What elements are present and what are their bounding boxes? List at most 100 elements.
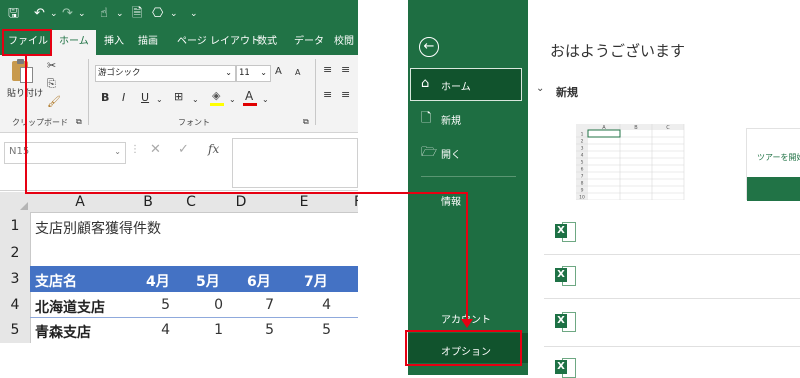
header-cell-jul[interactable]: 7月 <box>304 271 328 291</box>
tab-review[interactable]: 校閲 <box>334 35 354 49</box>
value-cell[interactable]: 0 <box>203 297 223 313</box>
align-middle-icon[interactable]: ≡ <box>341 63 350 77</box>
align-center-icon[interactable]: ≡ <box>341 88 350 102</box>
branch-cell[interactable]: 青森支店 <box>35 322 91 342</box>
value-cell[interactable]: 1 <box>203 322 223 338</box>
tab-data[interactable]: データ <box>294 35 324 49</box>
nav-home-label: ホーム <box>441 82 471 93</box>
column-header-f[interactable]: F <box>342 192 358 213</box>
column-header-b[interactable]: B <box>130 192 167 213</box>
value-cell[interactable]: 7 <box>254 297 274 313</box>
undo-icon[interactable]: ↶ <box>34 6 45 22</box>
borders-icon[interactable]: ⊞ <box>174 90 183 104</box>
cancel-icon[interactable]: ✕ <box>150 142 161 157</box>
underline-button[interactable]: U <box>141 91 149 105</box>
tab-formulas[interactable]: 数式 <box>257 35 277 49</box>
clipboard-group-label: クリップボード <box>12 118 68 127</box>
tab-insert[interactable]: 挿入 <box>104 35 124 49</box>
branch-cell[interactable]: 北海道支店 <box>35 297 105 317</box>
open-folder-icon: 🗁 <box>421 145 438 160</box>
column-header-c[interactable]: C <box>166 192 217 213</box>
undo-dropdown-icon[interactable]: ⌄ <box>50 6 58 22</box>
value-cell[interactable]: 4 <box>150 322 170 338</box>
nav-new[interactable]: 🗋 新規 <box>408 104 528 132</box>
name-box[interactable]: N15 ⌄ <box>4 142 126 164</box>
redo-icon[interactable]: ↷ <box>62 6 73 22</box>
align-top-icon[interactable]: ≡ <box>323 63 332 77</box>
mini-row-label: 3 <box>581 146 584 152</box>
save-icon[interactable]: 🖫 <box>8 6 19 22</box>
spelling-dropdown-icon[interactable]: ⌄ <box>170 6 178 22</box>
options-highlight <box>405 330 522 366</box>
connector-arrow-icon <box>461 319 473 328</box>
mini-row-label: 9 <box>581 188 584 194</box>
column-header-d[interactable]: D <box>216 192 267 213</box>
font-launcher-icon[interactable]: ⧉ <box>303 115 309 129</box>
italic-button[interactable]: I <box>122 91 125 105</box>
cut-icon[interactable]: ✂ <box>47 59 56 73</box>
quick-access-toolbar: 🖫 ↶ ⌄ ↷ ⌄ ☝ ⌄ 🗎 ⎔ ⌄ ⌄ <box>0 0 358 30</box>
blank-workbook-template[interactable]: A B C 1 2 3 4 5 6 7 8 9 10 <box>576 124 688 201</box>
format-painter-icon[interactable]: 🖌 <box>47 95 61 109</box>
excel-file-icon[interactable]: X <box>555 358 576 378</box>
mini-row-label: 8 <box>581 181 584 187</box>
print-preview-icon[interactable]: 🗎 <box>132 6 142 22</box>
shrink-font-button[interactable]: A <box>295 66 300 80</box>
header-cell-jun[interactable]: 6月 <box>247 271 271 291</box>
row-header-1[interactable]: 1 <box>0 212 31 242</box>
row-header-5[interactable]: 5 <box>0 318 31 343</box>
copy-icon[interactable]: ⎘ <box>47 77 56 91</box>
underline-dropdown-icon[interactable]: ⌄ <box>156 93 163 107</box>
paste-icon[interactable] <box>12 59 34 85</box>
mini-row-label: 5 <box>581 160 584 166</box>
row-header-3[interactable]: 3 <box>0 266 31 294</box>
touch-dropdown-icon[interactable]: ⌄ <box>116 6 124 22</box>
tab-page-layout[interactable]: ページ レイアウト <box>177 35 260 49</box>
nav-open[interactable]: 🗁 開く <box>408 138 528 166</box>
grow-font-button[interactable]: A <box>275 65 282 79</box>
fill-dropdown-icon[interactable]: ⌄ <box>229 93 236 107</box>
font-color-dropdown-icon[interactable]: ⌄ <box>262 93 269 107</box>
back-arrow-icon[interactable]: ← <box>419 37 439 57</box>
align-left-icon[interactable]: ≡ <box>323 88 332 102</box>
header-cell-branch[interactable]: 支店名 <box>35 271 77 291</box>
value-cell[interactable]: 5 <box>311 322 331 338</box>
chevron-down-icon[interactable]: ⌄ <box>536 83 544 94</box>
value-cell[interactable]: 4 <box>311 297 331 313</box>
formula-input[interactable] <box>232 138 358 188</box>
row-header-2[interactable]: 2 <box>0 241 31 267</box>
redo-dropdown-icon[interactable]: ⌄ <box>78 6 86 22</box>
file-tab-highlight <box>2 29 52 56</box>
font-size-select[interactable]: 11 ⌄ <box>236 65 271 82</box>
tour-template[interactable]: ツアーを開始 <box>746 128 800 201</box>
nav-home[interactable]: ⌂ ホーム <box>408 68 528 101</box>
spelling-icon[interactable]: ⎔ <box>152 6 163 22</box>
tour-banner <box>747 177 800 201</box>
bold-button[interactable]: B <box>101 91 109 105</box>
header-cell-apr[interactable]: 4月 <box>146 271 170 291</box>
excel-file-icon[interactable]: X <box>555 312 576 332</box>
excel-file-icon[interactable]: X <box>555 222 576 242</box>
font-color-icon[interactable]: A <box>243 89 259 107</box>
value-cell[interactable]: 5 <box>150 297 170 313</box>
excel-file-icon[interactable]: X <box>555 266 576 286</box>
clipboard-launcher-icon[interactable]: ⧉ <box>76 115 82 129</box>
sheet-title-cell[interactable]: 支店別顧客獲得件数 <box>35 218 161 238</box>
mini-col-label: C <box>666 125 670 131</box>
fill-color-icon[interactable]: ◈ <box>210 89 226 107</box>
excel-window: 🖫 ↶ ⌄ ↷ ⌄ ☝ ⌄ 🗎 ⎔ ⌄ ⌄ ファイル ホーム 挿入 描画 ページ… <box>0 0 358 343</box>
font-name-select[interactable]: 游ゴシック ⌄ <box>95 65 236 82</box>
row-header-4[interactable]: 4 <box>0 293 31 319</box>
tab-draw[interactable]: 描画 <box>138 35 158 49</box>
nav-info[interactable]: 情報 <box>408 185 528 213</box>
header-cell-may[interactable]: 5月 <box>196 271 220 291</box>
enter-icon[interactable]: ✓ <box>178 142 189 157</box>
column-header-a[interactable]: A <box>30 192 131 213</box>
row-divider <box>30 317 358 318</box>
column-header-e[interactable]: E <box>266 192 343 213</box>
customize-qat-icon[interactable]: ⌄ <box>190 6 198 22</box>
value-cell[interactable]: 5 <box>254 322 274 338</box>
borders-dropdown-icon[interactable]: ⌄ <box>192 93 199 107</box>
insert-function-button[interactable]: fx <box>208 142 219 156</box>
touch-mode-icon[interactable]: ☝ <box>100 6 108 22</box>
